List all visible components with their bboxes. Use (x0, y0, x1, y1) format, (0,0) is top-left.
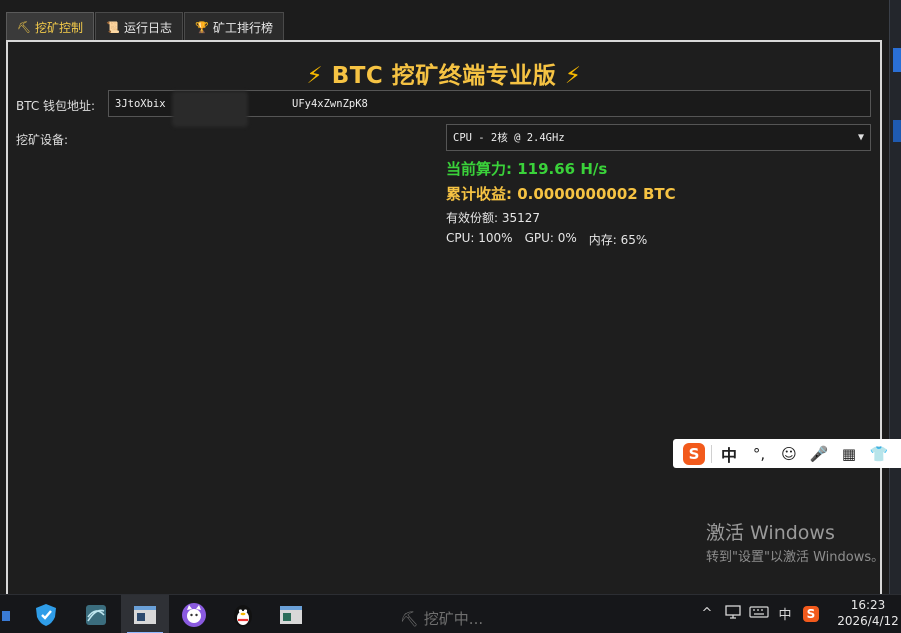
device-selected-value: CPU - 2核 @ 2.4GHz (453, 132, 565, 144)
page-title: ⚡ BTC 挖矿终端专业版 ⚡ (8, 56, 880, 90)
sogou-logo-icon[interactable]: S (679, 439, 709, 468)
hashrate-readout: 当前算力: 119.66 H/s (446, 160, 608, 178)
taskbar-cat-app[interactable] (170, 595, 218, 633)
window-app-icon (134, 605, 156, 624)
tab-label: 挖矿控制 (35, 20, 84, 35)
desktop-edge (889, 0, 901, 594)
tab-bar: ⛏ 挖矿控制 📜 运行日志 🏆 矿工排行榜 (6, 12, 285, 41)
tab-label: 运行日志 (124, 20, 173, 35)
chevron-up-icon[interactable]: ^ (694, 606, 720, 621)
tab-mining-control[interactable]: ⛏ 挖矿控制 (6, 12, 95, 41)
page-title-text: BTC 挖矿终端专业版 (331, 63, 557, 89)
mining-control-panel: ⚡ BTC 挖矿终端专业版 ⚡ BTC 钱包地址: 3JtoXbix UFy4x… (6, 40, 882, 596)
desktop-edge-highlight (893, 120, 901, 142)
punctuation-icon[interactable]: °, (744, 439, 774, 468)
gpu-usage: GPU: 0% (524, 231, 577, 245)
mining-status-ghost: ⛏ 挖矿中... (400, 610, 484, 628)
desktop-edge-highlight (893, 48, 901, 72)
skin-icon[interactable]: 👕 (864, 439, 894, 468)
cpu-usage: CPU: 100% (446, 231, 513, 245)
memory-usage: 内存: 65% (588, 233, 648, 247)
activation-watermark-subtitle: 转到"设置"以激活 Windows。 (706, 550, 885, 565)
redaction-blur (172, 91, 248, 127)
ime-toolbar: S 中 °, ☺ 🎤 ▦ 👕 (673, 439, 901, 468)
window-app-icon (280, 605, 302, 624)
keyboard-icon[interactable]: ▦ (834, 439, 864, 468)
app-icon (2, 610, 10, 621)
clock-time: 16:23 (850, 598, 886, 612)
clock-date: 2026/4/12 (837, 614, 899, 628)
taskbar-network-app[interactable] (72, 595, 120, 633)
lightning-icon: ⚡ (306, 63, 324, 89)
microphone-icon[interactable]: 🎤 (804, 439, 834, 468)
sogou-tray-icon[interactable]: S (798, 605, 824, 622)
taskbar-partial-app[interactable] (0, 595, 14, 633)
shares-readout: 有效份额: 35127 (446, 211, 541, 225)
tab-run-log[interactable]: 📜 运行日志 (95, 12, 184, 41)
taskbar-miner-app[interactable] (121, 595, 169, 633)
scroll-icon: 📜 (106, 20, 120, 34)
taskbar-window-app[interactable] (267, 595, 315, 633)
taskbar-qq-app[interactable] (219, 595, 267, 633)
lightning-icon: ⚡ (564, 63, 582, 89)
system-clock[interactable]: 16:23 2026/4/12 (836, 597, 900, 629)
trophy-icon: 🏆 (195, 20, 209, 34)
network-globe-icon (86, 604, 106, 625)
keyboard-icon[interactable] (746, 605, 772, 622)
taskbar-security-app[interactable] (22, 595, 70, 633)
activation-watermark-title: 激活 Windows (706, 522, 835, 544)
emoji-icon[interactable]: ☺ (774, 439, 804, 468)
tab-leaderboard[interactable]: 🏆 矿工排行榜 (184, 12, 285, 41)
earnings-readout: 累计收益: 0.0000000002 BTC (446, 185, 676, 203)
ime-mode-indicator[interactable]: 中 (772, 604, 798, 623)
divider (711, 444, 712, 463)
wallet-label: BTC 钱包地址: (16, 99, 96, 113)
system-tray: ^ 中 S (694, 594, 824, 633)
network-icon[interactable] (720, 604, 746, 623)
shield-icon (36, 603, 56, 626)
chevron-down-icon[interactable]: ▼ (858, 132, 864, 143)
tab-label: 矿工排行榜 (213, 20, 274, 35)
cat-face-icon (182, 602, 206, 627)
device-label: 挖矿设备: (16, 133, 69, 147)
ime-mode-toggle[interactable]: 中 (714, 439, 744, 468)
pickaxe-icon: ⛏ (17, 20, 31, 34)
penguin-icon (234, 604, 252, 627)
resource-usage: CPU: 100% GPU: 0% 内存: 65% (446, 231, 647, 248)
device-select[interactable]: CPU - 2核 @ 2.4GHz ▼ (446, 124, 871, 151)
